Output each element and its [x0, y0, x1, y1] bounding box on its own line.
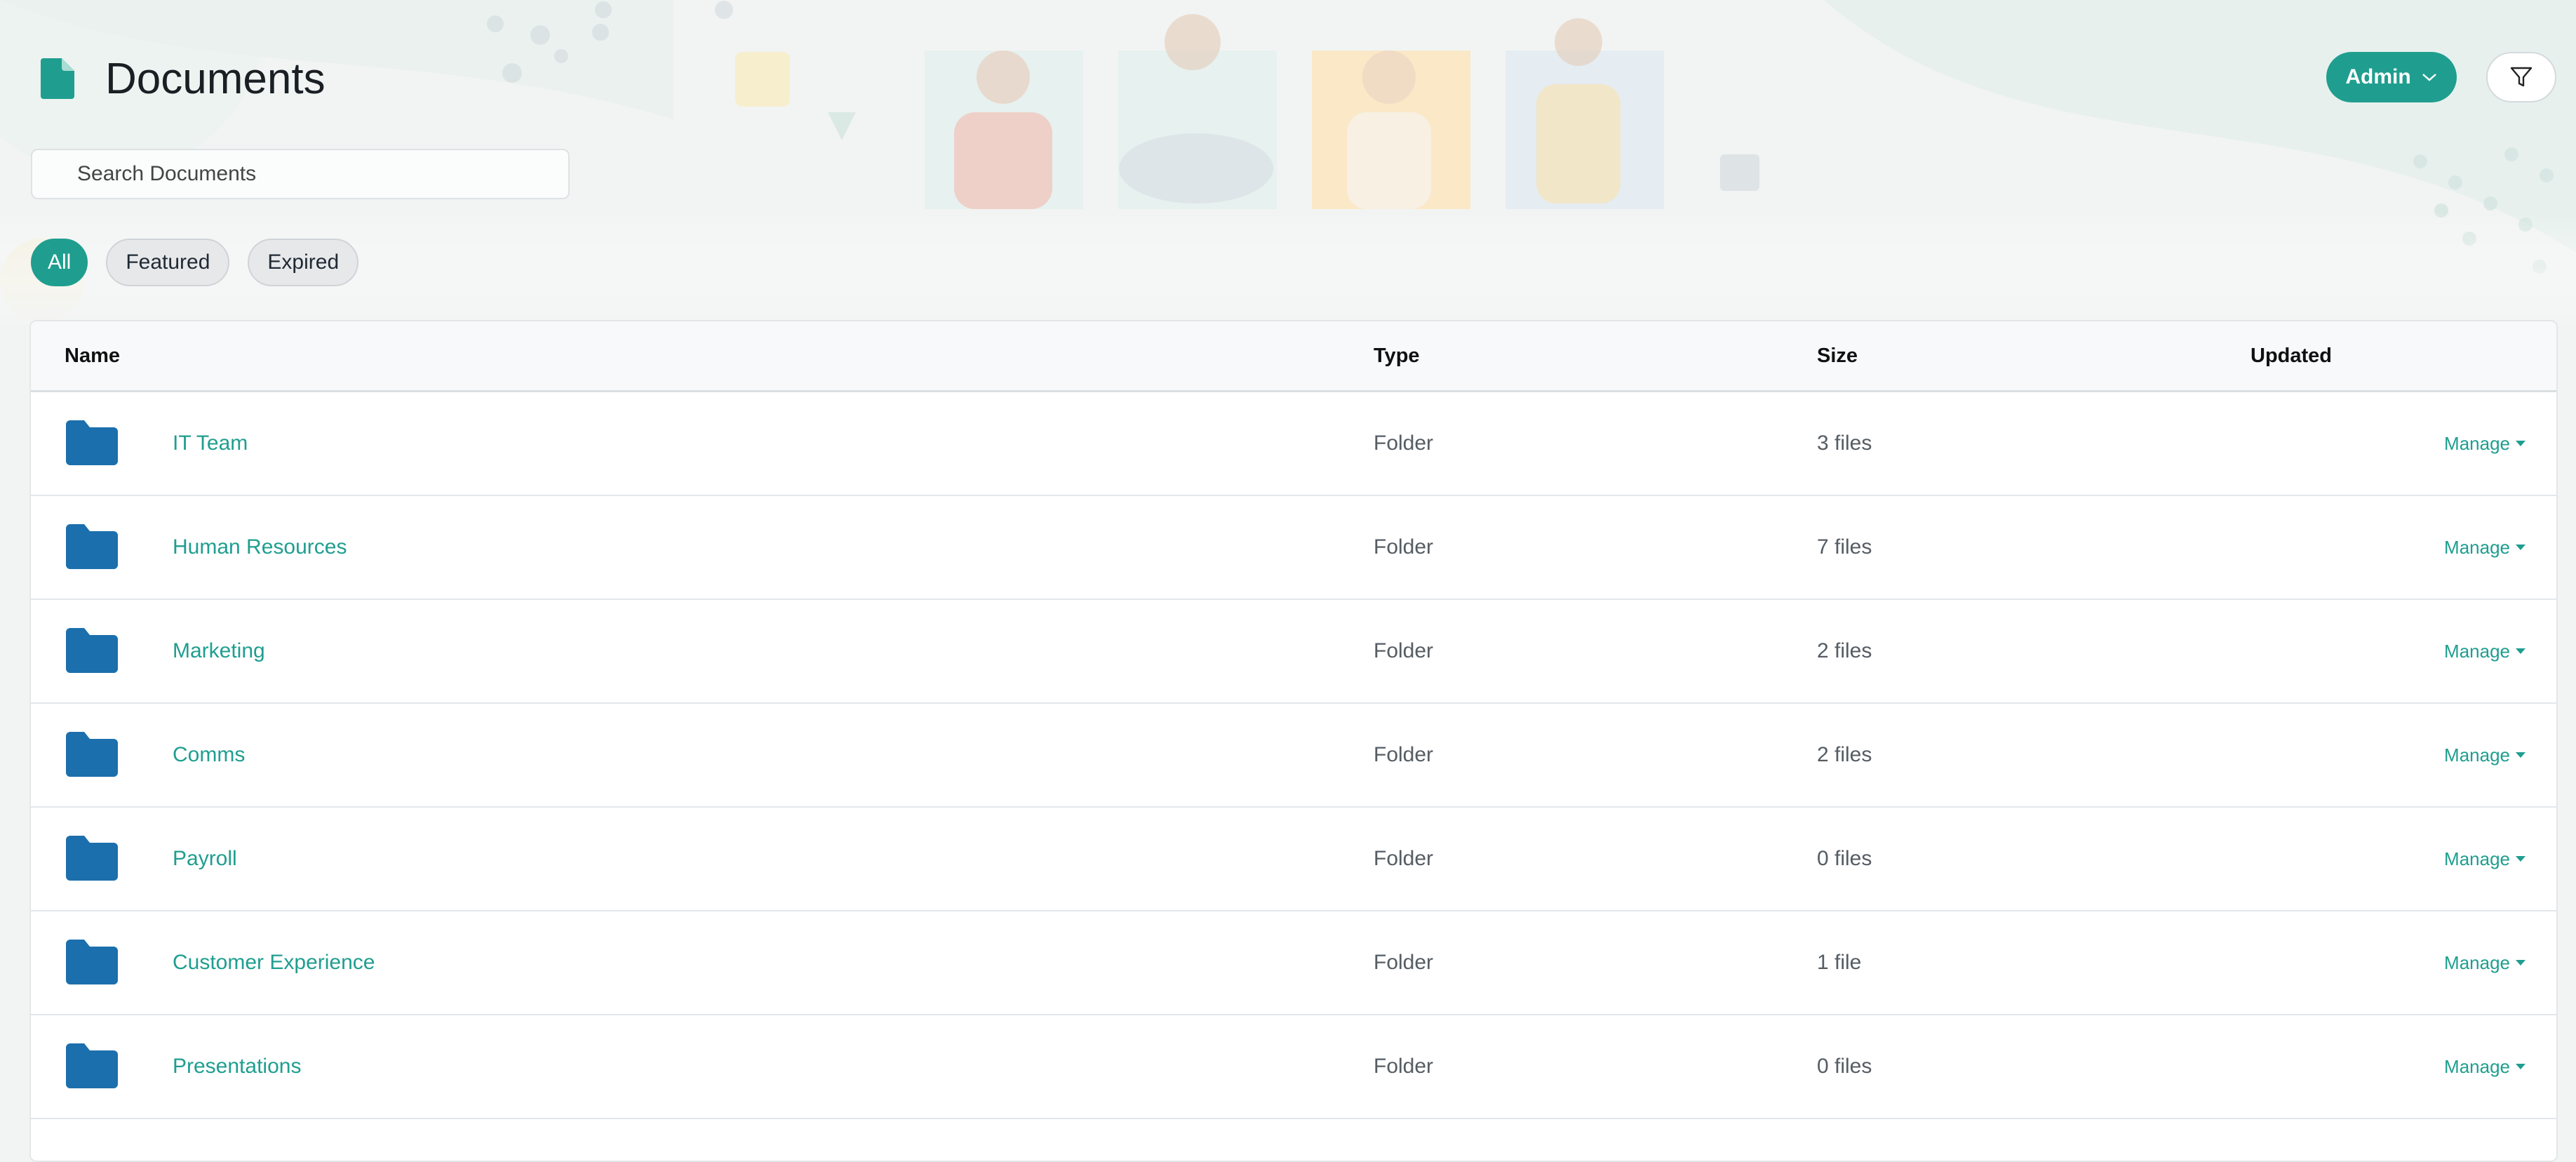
- page-title: Documents: [105, 54, 326, 103]
- manage-label: Manage: [2444, 1056, 2510, 1077]
- column-header-updated[interactable]: Updated: [2250, 321, 2332, 390]
- row-size: 1 file: [1817, 951, 1862, 974]
- folder-icon: [66, 732, 118, 777]
- row-name-link[interactable]: Presentations: [173, 1015, 301, 1118]
- row-size: 2 files: [1817, 743, 1872, 766]
- table-header: Name Type Size Updated: [31, 321, 2556, 392]
- table-row[interactable]: Customer Experience Folder 1 file Manage: [31, 911, 2556, 1015]
- caret-down-icon: [2516, 441, 2525, 446]
- table-row[interactable]: Presentations Folder 0 files Manage: [31, 1015, 2556, 1119]
- row-type: Folder: [1374, 535, 1434, 559]
- manage-label: Manage: [2444, 744, 2510, 766]
- row-size: 3 files: [1817, 432, 1872, 455]
- row-size: 7 files: [1817, 535, 1872, 559]
- funnel-icon: [2510, 67, 2533, 87]
- filter-chip-featured[interactable]: Featured: [106, 239, 230, 286]
- folder-icon: [66, 420, 118, 465]
- table-row[interactable]: Payroll Folder 0 files Manage: [31, 808, 2556, 911]
- row-size: 2 files: [1817, 639, 1872, 662]
- manage-dropdown[interactable]: Manage: [2444, 808, 2525, 910]
- manage-dropdown[interactable]: Manage: [2444, 392, 2525, 495]
- filter-button[interactable]: [2486, 52, 2556, 102]
- manage-label: Manage: [2444, 641, 2510, 662]
- row-type: Folder: [1374, 1055, 1434, 1078]
- caret-down-icon: [2516, 1064, 2525, 1069]
- row-name-link[interactable]: Comms: [173, 704, 245, 806]
- row-type: Folder: [1374, 432, 1434, 455]
- row-type: Folder: [1374, 847, 1434, 870]
- manage-dropdown[interactable]: Manage: [2444, 600, 2525, 702]
- column-header-type[interactable]: Type: [1374, 321, 1420, 390]
- folder-icon: [66, 836, 118, 881]
- documents-page: Documents Admin All Featured Expired Nam…: [0, 0, 2576, 1162]
- column-header-size[interactable]: Size: [1817, 321, 1858, 390]
- row-size: 0 files: [1817, 1055, 1872, 1078]
- row-name-link[interactable]: Customer Experience: [173, 911, 375, 1014]
- manage-label: Manage: [2444, 848, 2510, 869]
- filter-chip-all[interactable]: All: [31, 239, 88, 286]
- folder-icon: [66, 628, 118, 673]
- manage-dropdown[interactable]: Manage: [2444, 496, 2525, 599]
- page-header: Documents: [41, 51, 326, 107]
- manage-dropdown[interactable]: Manage: [2444, 704, 2525, 806]
- manage-dropdown[interactable]: Manage: [2444, 1015, 2525, 1118]
- filter-chips: All Featured Expired: [31, 239, 359, 286]
- chevron-down-icon: [2422, 74, 2436, 81]
- table-row[interactable]: Marketing Folder 2 files Manage: [31, 600, 2556, 704]
- admin-label: Admin: [2345, 65, 2411, 88]
- table-row[interactable]: Comms Folder 2 files Manage: [31, 704, 2556, 808]
- table-row[interactable]: Human Resources Folder 7 files Manage: [31, 496, 2556, 600]
- table-row[interactable]: IT Team Folder 3 files Manage: [31, 392, 2556, 496]
- row-type: Folder: [1374, 951, 1434, 974]
- row-type: Folder: [1374, 639, 1434, 662]
- caret-down-icon: [2516, 545, 2525, 550]
- column-header-name[interactable]: Name: [65, 321, 120, 390]
- manage-label: Manage: [2444, 952, 2510, 973]
- document-icon: [41, 58, 74, 99]
- documents-table: Name Type Size Updated IT Team Folder 3 …: [29, 320, 2558, 1162]
- folder-icon: [66, 524, 118, 569]
- folder-icon: [66, 940, 118, 984]
- search-input[interactable]: [31, 149, 570, 199]
- manage-label: Manage: [2444, 537, 2510, 558]
- manage-dropdown[interactable]: Manage: [2444, 911, 2525, 1014]
- caret-down-icon: [2516, 752, 2525, 758]
- folder-icon: [66, 1043, 118, 1088]
- filter-chip-expired[interactable]: Expired: [248, 239, 359, 286]
- row-type: Folder: [1374, 743, 1434, 766]
- caret-down-icon: [2516, 856, 2525, 862]
- admin-dropdown-button[interactable]: Admin: [2326, 52, 2457, 102]
- row-name-link[interactable]: Human Resources: [173, 496, 347, 599]
- caret-down-icon: [2516, 648, 2525, 654]
- row-size: 0 files: [1817, 847, 1872, 870]
- row-name-link[interactable]: Marketing: [173, 600, 265, 702]
- row-name-link[interactable]: Payroll: [173, 808, 237, 910]
- caret-down-icon: [2516, 960, 2525, 966]
- manage-label: Manage: [2444, 433, 2510, 454]
- row-name-link[interactable]: IT Team: [173, 392, 248, 495]
